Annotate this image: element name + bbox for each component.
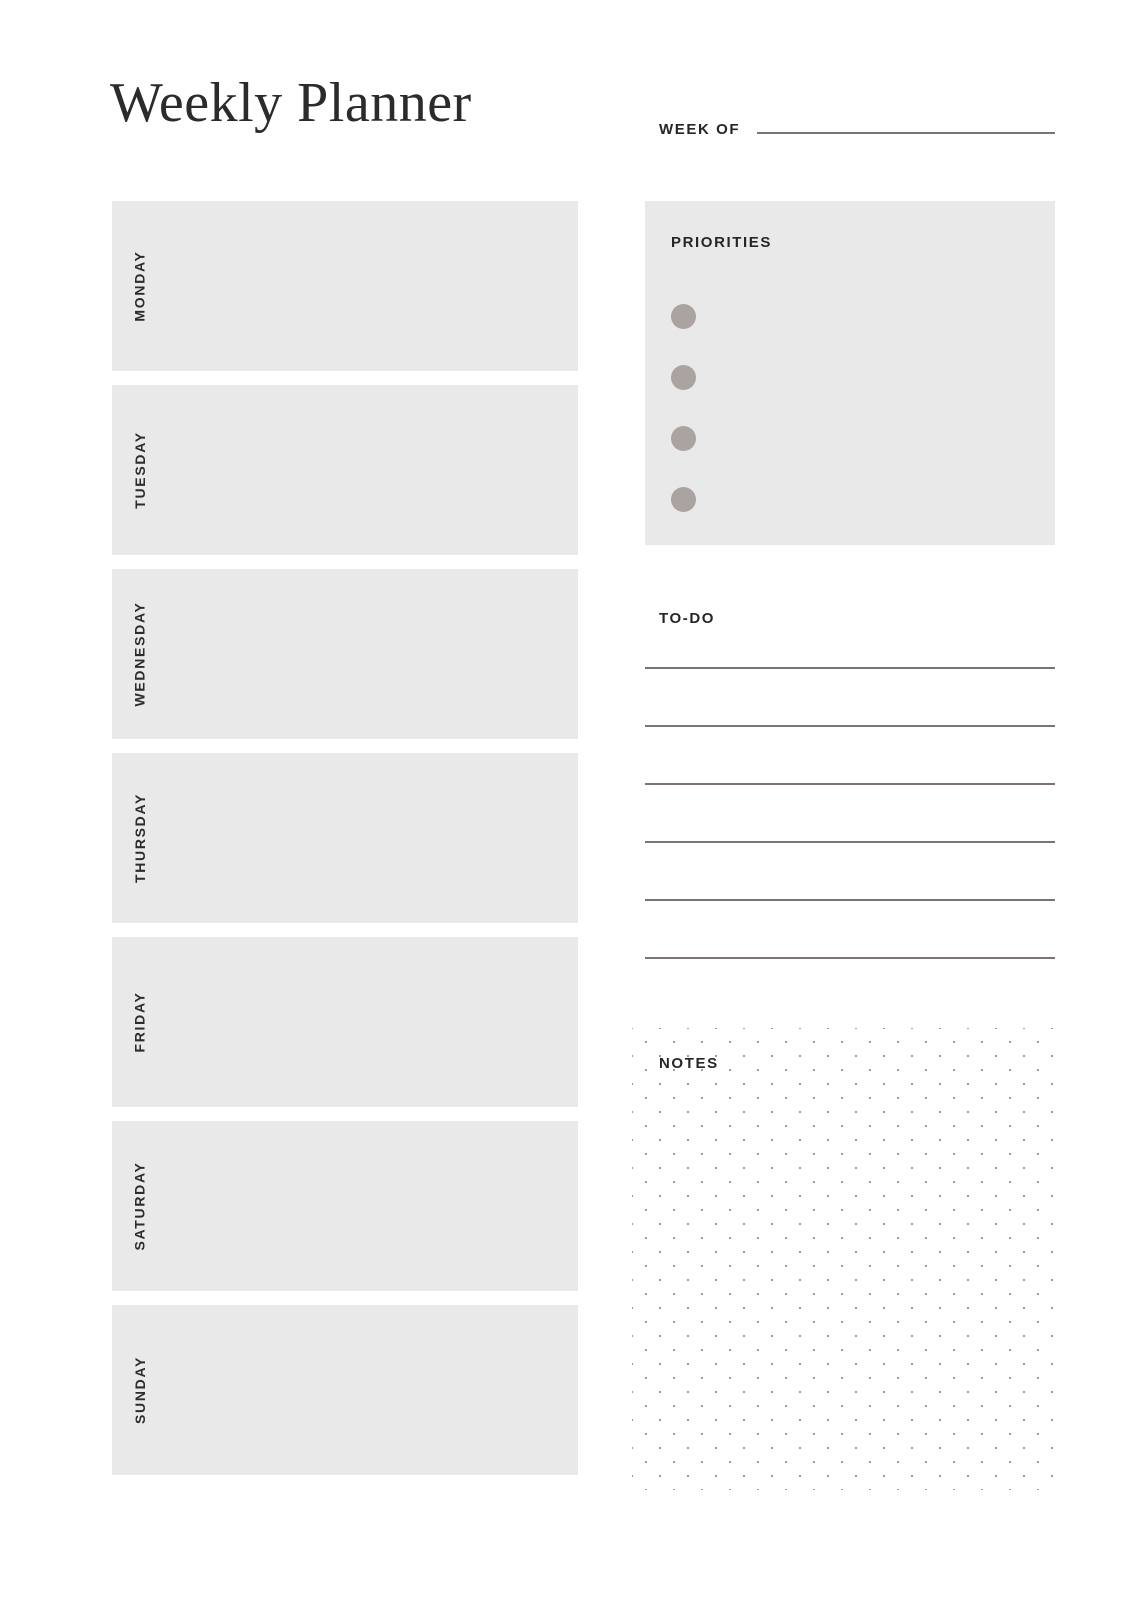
week-of-field[interactable]: WEEK OF bbox=[659, 118, 1055, 140]
todo-lines bbox=[645, 667, 1055, 959]
priority-write-area[interactable] bbox=[710, 499, 1031, 500]
todo-write-line[interactable] bbox=[645, 957, 1055, 959]
priority-write-area[interactable] bbox=[710, 377, 1031, 378]
priorities-title: PRIORITIES bbox=[671, 234, 773, 251]
day-block-friday[interactable]: FRIDAY bbox=[112, 937, 578, 1107]
day-block-monday[interactable]: MONDAY bbox=[112, 201, 578, 371]
week-of-label: WEEK OF bbox=[659, 120, 741, 138]
day-label-friday: FRIDAY bbox=[126, 937, 154, 1107]
circle-bullet-icon bbox=[671, 487, 696, 512]
circle-bullet-icon bbox=[671, 304, 696, 329]
day-block-thursday[interactable]: THURSDAY bbox=[112, 753, 578, 923]
notes-title: NOTES bbox=[659, 1055, 719, 1072]
todo-write-line[interactable] bbox=[645, 725, 1055, 727]
day-label-text: MONDAY bbox=[132, 250, 149, 322]
day-label-text: SATURDAY bbox=[132, 1161, 148, 1251]
todo-write-line[interactable] bbox=[645, 667, 1055, 669]
day-block-tuesday[interactable]: TUESDAY bbox=[112, 385, 578, 555]
todo-title: TO-DO bbox=[659, 610, 716, 627]
right-column: PRIORITIES bbox=[645, 201, 1055, 545]
priority-item[interactable] bbox=[671, 408, 1031, 469]
priorities-list bbox=[671, 286, 1031, 530]
priorities-panel: PRIORITIES bbox=[645, 201, 1055, 545]
priority-item[interactable] bbox=[671, 469, 1031, 530]
days-column: MONDAY TUESDAY WEDNESDAY THURSDAY FRIDAY bbox=[112, 201, 578, 1475]
day-label-saturday: SATURDAY bbox=[126, 1121, 154, 1291]
circle-bullet-icon bbox=[671, 426, 696, 451]
todo-write-line[interactable] bbox=[645, 841, 1055, 843]
priority-item[interactable] bbox=[671, 286, 1031, 347]
day-label-text: THURSDAY bbox=[132, 792, 149, 884]
day-label-wednesday: WEDNESDAY bbox=[126, 569, 154, 739]
priority-write-area[interactable] bbox=[710, 438, 1031, 439]
priority-write-area[interactable] bbox=[710, 316, 1031, 317]
day-label-tuesday: TUESDAY bbox=[126, 385, 154, 555]
page-title: Weekly Planner bbox=[110, 72, 472, 134]
day-label-monday: MONDAY bbox=[126, 201, 154, 371]
todo-write-line[interactable] bbox=[645, 899, 1055, 901]
day-label-text: TUESDAY bbox=[132, 431, 149, 509]
weekly-planner-page: Weekly Planner WEEK OF MONDAY TUESDAY WE… bbox=[0, 0, 1131, 1600]
week-of-write-line[interactable] bbox=[757, 132, 1055, 134]
day-label-thursday: THURSDAY bbox=[126, 753, 154, 923]
day-label-sunday: SUNDAY bbox=[126, 1305, 154, 1475]
circle-bullet-icon bbox=[671, 365, 696, 390]
todo-write-line[interactable] bbox=[645, 783, 1055, 785]
day-label-text: SUNDAY bbox=[132, 1355, 149, 1425]
day-block-wednesday[interactable]: WEDNESDAY bbox=[112, 569, 578, 739]
notes-panel[interactable]: NOTES bbox=[632, 1028, 1057, 1490]
day-block-saturday[interactable]: SATURDAY bbox=[112, 1121, 578, 1291]
day-block-sunday[interactable]: SUNDAY bbox=[112, 1305, 578, 1475]
day-label-text: WEDNESDAY bbox=[132, 601, 148, 707]
priority-item[interactable] bbox=[671, 347, 1031, 408]
day-label-text: FRIDAY bbox=[132, 991, 148, 1053]
